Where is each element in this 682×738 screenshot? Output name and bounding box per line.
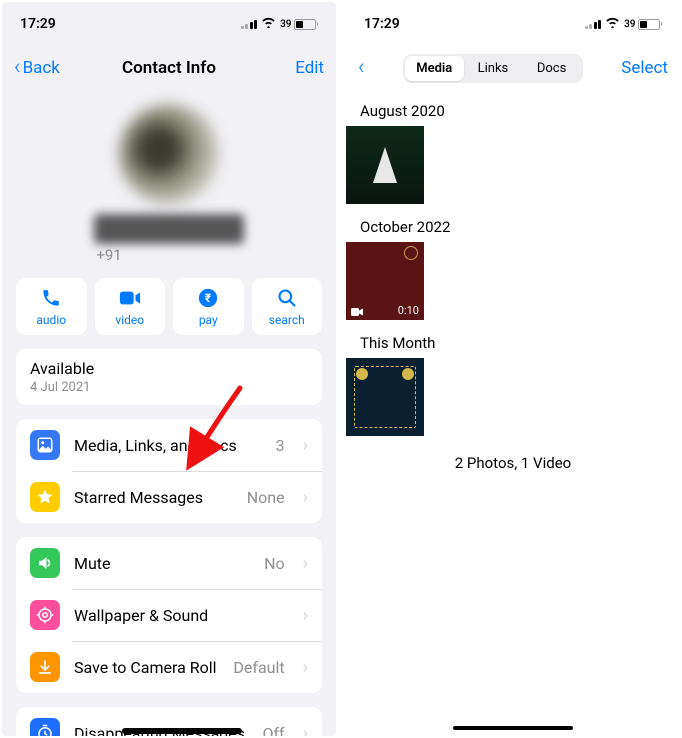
video-button[interactable]: video: [95, 278, 166, 335]
select-button[interactable]: Select: [621, 58, 668, 78]
video-camera-icon: [351, 308, 363, 316]
media-icon: [30, 430, 60, 460]
section-header: August 2020: [346, 90, 680, 126]
search-icon: [277, 288, 297, 308]
back-label: Back: [23, 58, 60, 78]
battery-icon: 39: [280, 19, 318, 30]
wallpaper-sound-row[interactable]: Wallpaper & Sound ›: [16, 589, 322, 641]
segmented-control: Media Links Docs: [403, 54, 583, 83]
timer-icon: [30, 718, 60, 736]
chevron-right-icon: ›: [303, 435, 308, 456]
row-label: Media, Links, and Docs: [74, 436, 262, 455]
video-icon: [119, 288, 141, 308]
starred-messages-row[interactable]: Starred Messages None ›: [16, 471, 322, 523]
contact-info-screen: 17:29 39 ‹ Back Contact Info Edit +91: [2, 2, 336, 736]
contact-avatar[interactable]: [119, 104, 219, 204]
home-indicator[interactable]: [453, 726, 573, 730]
section-header: This Month: [346, 322, 680, 358]
media-card: Media, Links, and Docs 3 › Starred Messa…: [16, 419, 322, 523]
star-icon: [30, 482, 60, 512]
status-card[interactable]: Available 4 Jul 2021: [16, 349, 322, 405]
tab-links[interactable]: Links: [464, 56, 523, 81]
chevron-right-icon: ›: [303, 605, 308, 626]
audio-button[interactable]: audio: [16, 278, 87, 335]
battery-icon: 39: [624, 19, 662, 30]
starred-value: None: [247, 488, 285, 507]
media-count: 3: [276, 436, 285, 455]
settings-card: Mute No › Wallpaper & Sound › Save to Ca…: [16, 537, 322, 693]
status-text: Available: [30, 359, 308, 378]
chevron-right-icon: ›: [303, 723, 308, 737]
download-icon: [30, 652, 60, 682]
media-thumbnail[interactable]: [346, 126, 424, 204]
section-header: October 2022: [346, 206, 680, 242]
pay-button[interactable]: ₹ pay: [173, 278, 244, 335]
chevron-right-icon: ›: [303, 657, 308, 678]
signal-icon: [241, 20, 258, 29]
mute-row[interactable]: Mute No ›: [16, 537, 322, 589]
nav-bar: ‹ Back Contact Info Edit: [2, 46, 336, 90]
nav-bar-media: ‹ Media Links Docs Select: [346, 46, 680, 90]
status-time: 17:29: [364, 16, 400, 32]
edit-button[interactable]: Edit: [295, 58, 324, 78]
media-gallery-screen: 17:29 39 ‹ Media Links Docs Select Augus…: [346, 2, 680, 736]
media-links-docs-row[interactable]: Media, Links, and Docs 3 ›: [16, 419, 322, 471]
redaction-bar: [122, 728, 242, 734]
save-camera-roll-row[interactable]: Save to Camera Roll Default ›: [16, 641, 322, 693]
media-summary: 2 Photos, 1 Video: [346, 438, 680, 488]
back-button[interactable]: ‹ Back: [14, 57, 60, 79]
page-title: Contact Info: [122, 58, 216, 78]
video-thumbnail[interactable]: 0:10: [346, 242, 424, 320]
search-button[interactable]: search: [252, 278, 323, 335]
status-time: 17:29: [20, 16, 56, 32]
wifi-icon: [605, 17, 620, 32]
back-button[interactable]: ‹: [358, 57, 365, 79]
wallpaper-icon: [30, 600, 60, 630]
signal-icon: [585, 20, 602, 29]
status-bar-left: 17:29 39: [2, 2, 336, 46]
contact-name: [94, 214, 244, 244]
rupee-icon: ₹: [198, 288, 218, 308]
chevron-right-icon: ›: [303, 553, 308, 574]
video-duration: 0:10: [398, 304, 419, 317]
tab-media[interactable]: Media: [405, 56, 464, 81]
media-gallery-content: August 2020 October 2022 0:10 This Month: [346, 90, 680, 488]
media-thumbnail[interactable]: [346, 358, 424, 436]
chevron-left-icon: ‹: [14, 57, 21, 79]
status-bar-right: 17:29 39: [346, 2, 680, 46]
row-label: Starred Messages: [74, 488, 233, 507]
wifi-icon: [261, 17, 276, 32]
phone-icon: [41, 288, 61, 308]
tab-docs[interactable]: Docs: [522, 56, 581, 81]
svg-text:₹: ₹: [205, 291, 211, 305]
speaker-icon: [30, 548, 60, 578]
content-area: +91 audio video ₹ pay: [2, 90, 336, 736]
chevron-right-icon: ›: [303, 487, 308, 508]
status-date: 4 Jul 2021: [30, 380, 308, 395]
chevron-left-icon: ‹: [358, 57, 365, 79]
contact-phone: +91: [16, 246, 322, 264]
